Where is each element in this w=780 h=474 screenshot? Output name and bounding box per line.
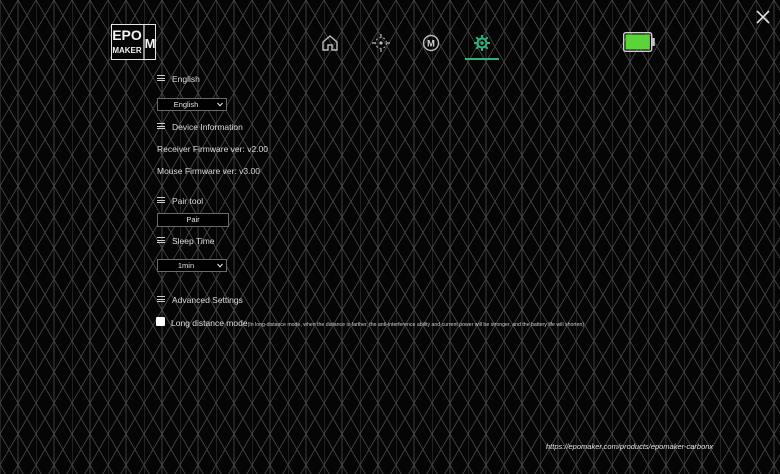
receiver-firmware-text: Receiver Firmware ver: v2.00 [157,144,269,154]
long-distance-row: Long distance mode(In long-distance mode… [171,318,584,328]
product-url-link[interactable]: https://epomaker.com/products/epomaker-c… [546,442,713,451]
menu-lines-icon [157,237,165,243]
background-pattern [0,0,780,474]
language-select[interactable]: English [157,98,227,111]
active-tab-underline [465,58,499,60]
sleep-time-select-value: 1min [177,261,195,270]
long-distance-hint: (In long-distance mode, when the distanc… [247,322,585,328]
battery-icon [623,32,655,52]
pair-button[interactable]: Pair [157,213,229,227]
svg-text:M: M [145,36,156,51]
sleep-time-select[interactable]: 1min [157,259,227,272]
menu-lines-icon [157,197,165,203]
advanced-settings-section-title: Advanced Settings [172,295,243,305]
close-icon[interactable] [756,10,770,24]
settings-gear-icon[interactable] [472,33,492,53]
menu-lines-icon [157,123,165,129]
device-info-section-title: Device Information [172,122,243,132]
svg-text:MAKER: MAKER [112,46,142,55]
menu-lines-icon [157,296,165,302]
menu-lines-icon [157,75,165,81]
pair-tool-section-title: Pair tool [172,196,204,206]
long-distance-checkbox[interactable] [156,317,165,326]
sleep-time-section-title: Sleep Time [172,236,215,246]
epomaker-logo: EPO MAKER M [111,24,156,60]
svg-text:M: M [427,39,435,50]
chevron-down-icon [217,102,223,107]
long-distance-label: Long distance mode [171,318,248,328]
language-select-value: English [173,100,199,109]
mouse-firmware-text: Mouse Firmware ver: v3.00 [157,166,260,176]
language-section-title: English [172,74,200,84]
dpi-crosshair-icon[interactable] [371,33,391,53]
svg-text:EPO: EPO [112,27,142,43]
chevron-down-icon [217,263,223,268]
home-icon[interactable] [320,33,340,53]
macro-icon[interactable]: M [421,33,441,53]
